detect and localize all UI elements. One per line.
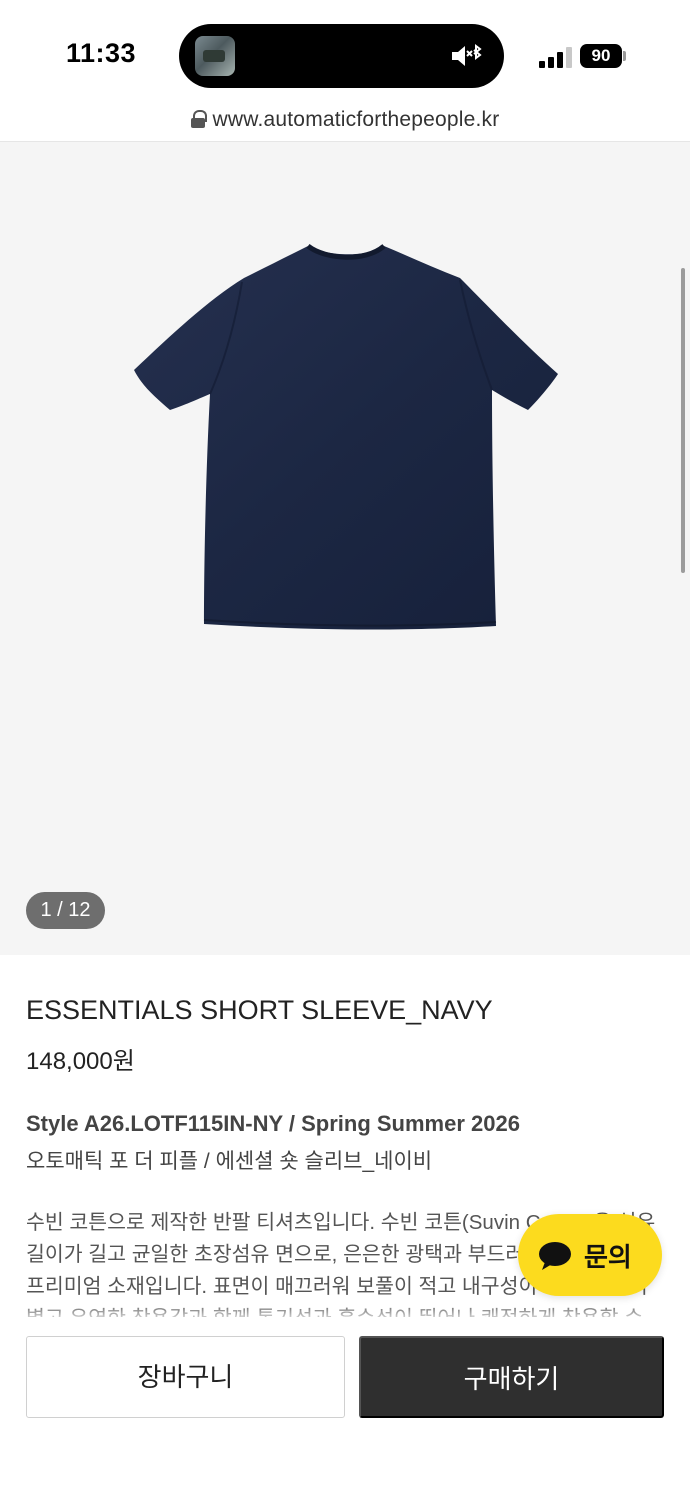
buy-now-button[interactable]: 구매하기 <box>359 1336 664 1418</box>
signal-icon <box>539 46 573 68</box>
bottom-action-bar: 장바구니 구매하기 <box>0 1318 690 1500</box>
image-page-indicator: 1 / 12 <box>26 892 105 929</box>
status-time: 11:33 <box>66 38 137 68</box>
product-image[interactable] <box>130 238 560 638</box>
now-playing-thumbnail[interactable] <box>195 36 235 76</box>
url-text[interactable]: www.automaticforthepeople.kr <box>213 108 500 131</box>
scroll-indicator <box>681 268 685 573</box>
lock-icon <box>190 110 207 128</box>
inquiry-label: 문의 <box>584 1242 632 1272</box>
dynamic-island[interactable] <box>179 24 504 88</box>
product-price: 148,000원 <box>26 1048 135 1075</box>
product-image-gallery[interactable]: 1 / 12 <box>0 142 690 955</box>
status-bar: 11:33 90 <box>0 0 690 100</box>
chat-bubble-icon <box>539 1242 571 1270</box>
add-to-cart-button[interactable]: 장바구니 <box>26 1336 345 1418</box>
product-style-code: Style A26.LOTF115IN-NY / Spring Summer 2… <box>26 1111 520 1136</box>
battery-tip <box>623 51 626 61</box>
battery-icon: 90 <box>580 44 622 68</box>
inquiry-chat-button[interactable]: 문의 <box>518 1214 662 1296</box>
product-korean-name: 오토매틱 포 더 피플 / 에센셜 숏 슬리브_네이비 <box>26 1150 433 1173</box>
browser-url-bar[interactable]: www.automaticforthepeople.kr <box>0 100 690 142</box>
mute-bluetooth-icon <box>452 44 482 66</box>
product-title: ESSENTIALS SHORT SLEEVE_NAVY <box>26 995 493 1025</box>
